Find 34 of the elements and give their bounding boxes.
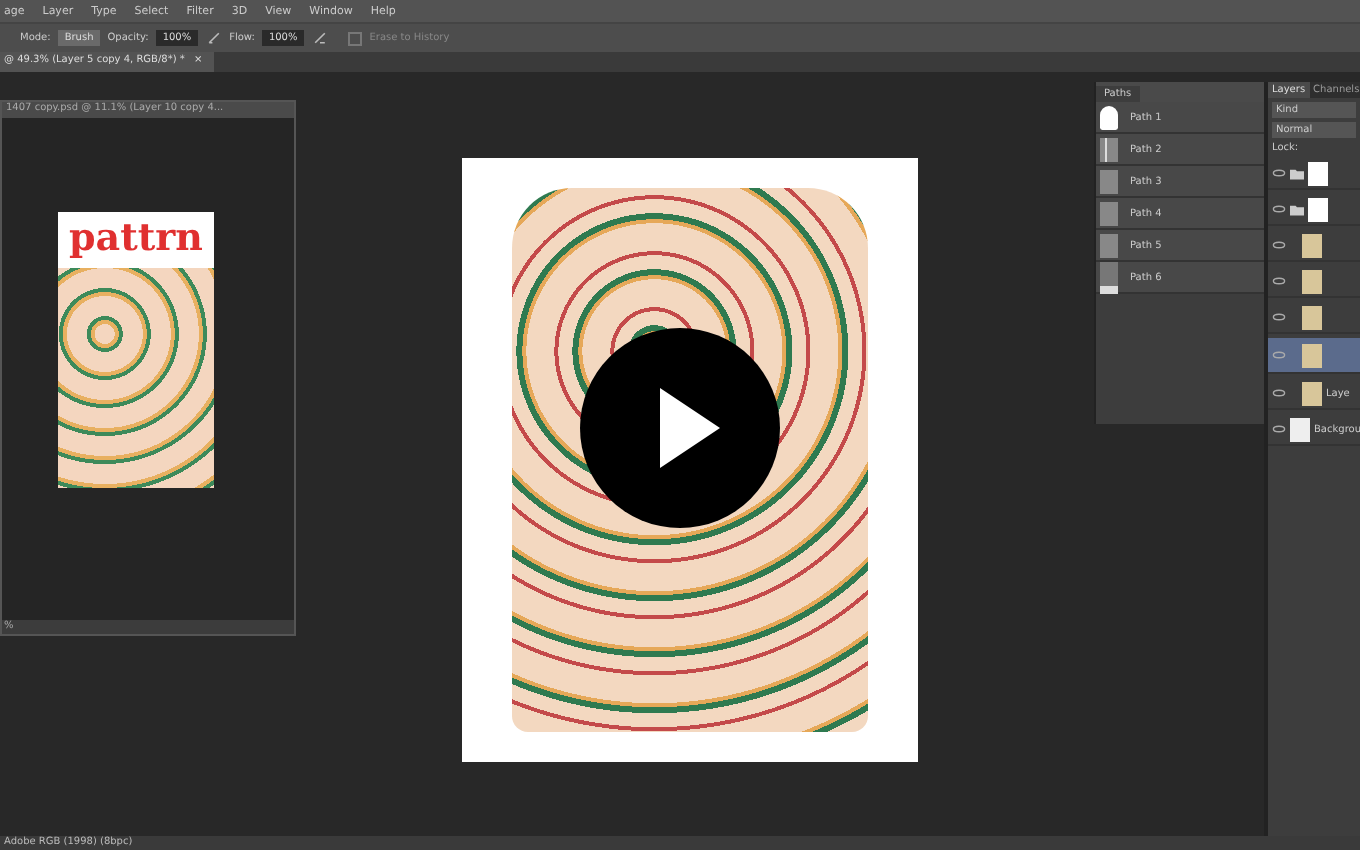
airbrush-icon[interactable] [311,30,328,46]
eye-icon[interactable] [1272,204,1286,214]
layer-row[interactable] [1268,194,1360,226]
layer-row[interactable] [1268,158,1360,190]
mask-thumbnail [1308,197,1328,221]
erase-history-checkbox[interactable] [347,31,362,45]
layer-thumbnail [1302,269,1322,293]
layer-row[interactable] [1268,302,1360,334]
eye-icon[interactable] [1272,240,1286,250]
folder-icon [1290,203,1304,215]
path-thumbnail [1100,233,1118,257]
path-thumbnail [1100,105,1118,129]
layer-thumbnail [1302,381,1322,405]
folder-icon [1290,167,1304,179]
eye-icon[interactable] [1272,312,1286,322]
path-thumbnail [1100,137,1118,161]
brush-icon[interactable] [205,30,222,46]
eye-icon[interactable] [1272,276,1286,286]
layer-thumbnail [1302,305,1322,329]
layer-thumbnail [1302,233,1322,257]
layer-thumbnail [1290,417,1310,441]
mask-thumbnail [1308,161,1328,185]
path-thumbnail [1100,201,1118,225]
artwork-heading: pattrn [67,213,205,263]
layer-thumbnail [1302,343,1322,367]
eye-icon[interactable] [1272,388,1286,398]
eye-icon[interactable] [1272,168,1286,178]
layer-row[interactable] [1268,338,1360,374]
play-icon[interactable] [580,328,780,528]
path-thumbnail [1100,261,1118,293]
layer-row[interactable] [1268,266,1360,298]
path-thumbnail [1100,169,1118,193]
eye-icon[interactable] [1272,424,1286,434]
layer-row[interactable] [1268,230,1360,262]
